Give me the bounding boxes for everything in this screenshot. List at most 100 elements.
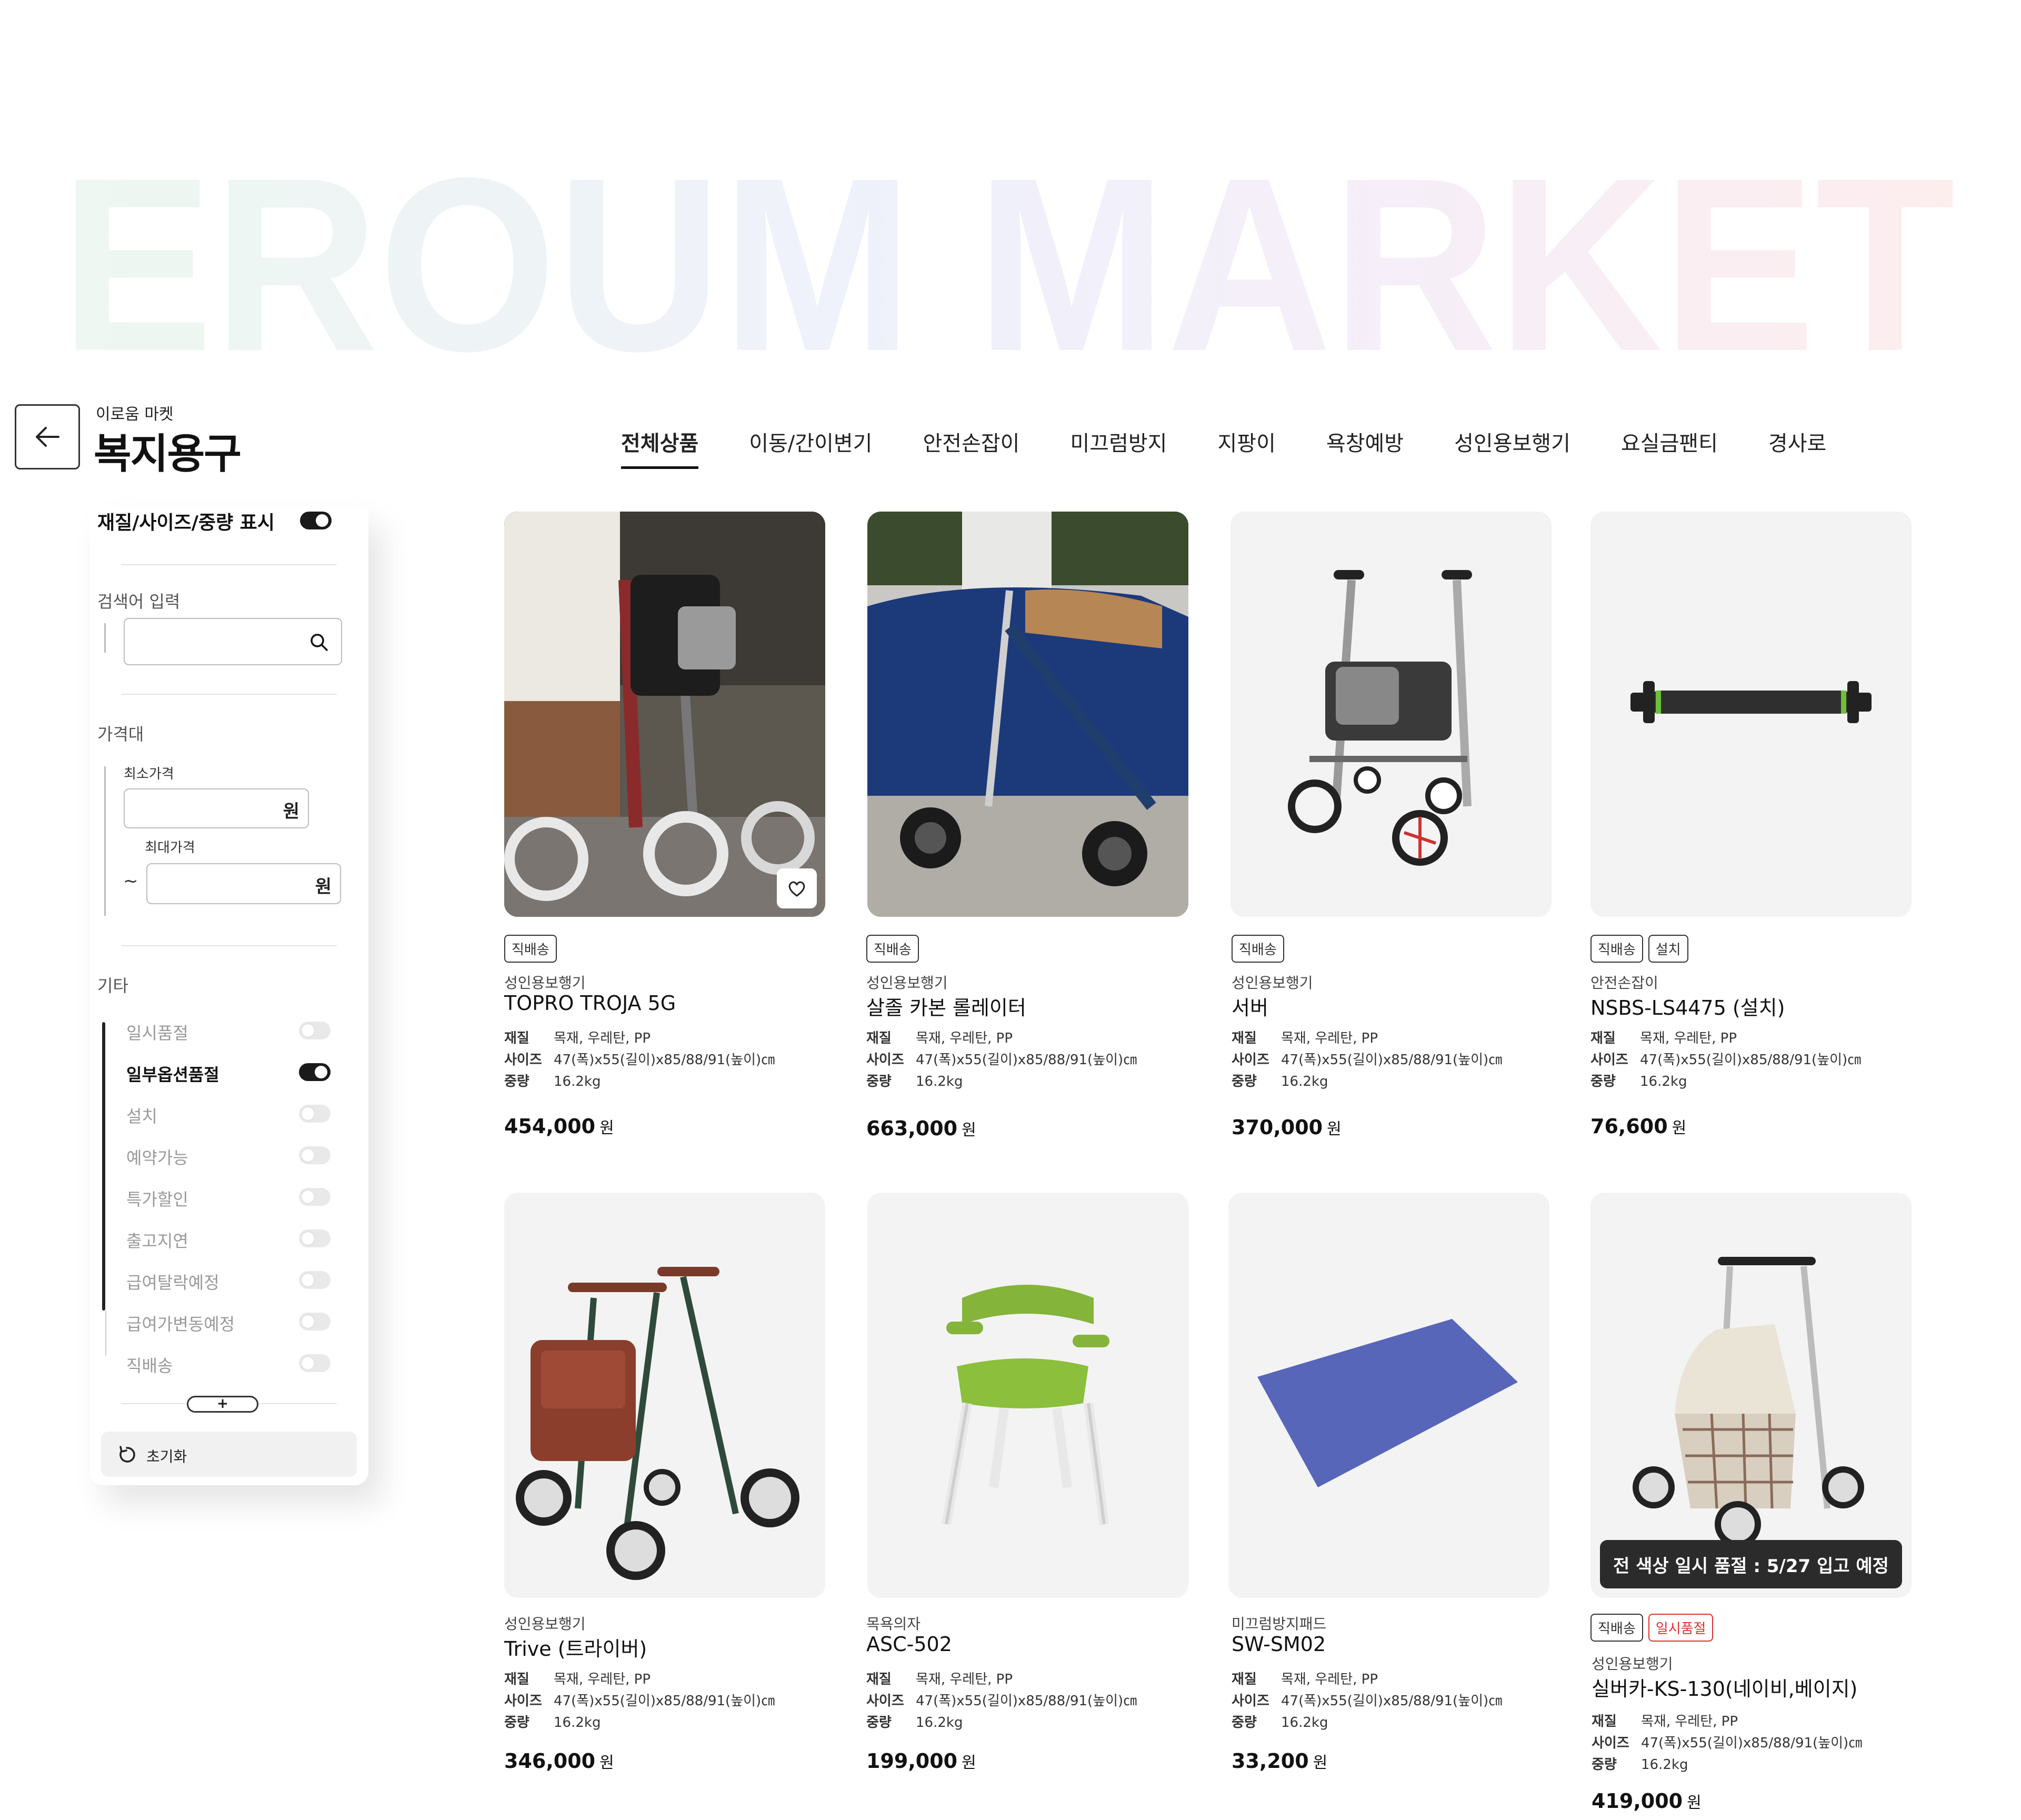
spec-material: 재질 목재, 우레탄, PP	[1232, 1672, 1378, 1687]
spec-size: 사이즈 47(폭)x55(길이)x85/88/91(높이)㎝	[1592, 1735, 1863, 1751]
product-image[interactable]	[1230, 512, 1552, 917]
filter-shipping-delay-toggle[interactable]	[299, 1229, 331, 1247]
filter-special-discount-label: 특가할인	[126, 1189, 188, 1209]
badge-list: 직배송	[1232, 935, 1289, 963]
spec-material: 재질 목재, 우레탄, PP	[504, 1031, 651, 1046]
spec-weight: 중량 16.2kg	[504, 1715, 601, 1731]
product-name[interactable]: NSBS-LS4475 (설치)	[1590, 992, 1785, 1021]
back-button[interactable]	[15, 404, 80, 469]
filter-reservation-label: 예약가능	[126, 1148, 188, 1168]
spec-material: 재질 목재, 우레탄, PP	[866, 1672, 1013, 1687]
badge-list: 직배송 설치	[1590, 935, 1694, 963]
tab-safety-handle[interactable]: 안전손잡이	[923, 426, 1019, 466]
product-category: 성인용보행기	[866, 974, 948, 992]
product-price: 76,600 원	[1590, 1115, 1687, 1138]
filter-direct-delivery-toggle[interactable]	[299, 1354, 331, 1372]
spec-weight: 중량 16.2kg	[504, 1074, 601, 1089]
tab-bedsore[interactable]: 욕창예방	[1326, 426, 1404, 466]
filter-partial-option-soldout-toggle[interactable]	[299, 1063, 331, 1081]
badge-temp-soldout: 일시품절	[1648, 1614, 1714, 1642]
anti-slip-pad-photo	[1257, 1319, 1518, 1487]
product-image[interactable]	[867, 512, 1188, 917]
tab-all[interactable]: 전체상품	[621, 426, 699, 469]
divider	[121, 694, 337, 695]
etc-label: 기타	[97, 976, 128, 996]
product-name[interactable]: 실버카-KS-130(네이비,베이지)	[1592, 1673, 1857, 1702]
product-name[interactable]: SW-SM02	[1232, 1633, 1326, 1656]
product-price: 199,000 원	[866, 1749, 976, 1773]
walker-trive-photo	[516, 1267, 799, 1580]
category-tabs: 전체상품 이동/간이변기 안전손잡이 미끄럼방지 지팡이 욕창예방 성인용보행기…	[621, 426, 1877, 469]
product-image[interactable]: 전 색상 일시 품절 : 5/27 입고 예정	[1590, 1193, 1912, 1598]
spec-size: 사이즈 47(폭)x55(길이)x85/88/91(높이)㎝	[504, 1693, 775, 1709]
tab-walker[interactable]: 성인용보행기	[1454, 426, 1570, 466]
min-price-label: 최소가격	[124, 766, 174, 782]
product-name[interactable]: TOPRO TROJA 5G	[504, 992, 676, 1015]
search-label: 검색어 입력	[97, 592, 181, 612]
filter-benefit-drop-toggle[interactable]	[299, 1271, 331, 1289]
filter-shipping-delay-label: 출고지연	[126, 1231, 188, 1251]
product-image[interactable]	[1590, 512, 1912, 917]
product-image[interactable]	[1228, 1193, 1549, 1598]
spec-weight: 중량 16.2kg	[1590, 1074, 1687, 1089]
filter-benefit-price-change-label: 급여가변동예정	[126, 1314, 235, 1334]
product-price: 346,000 원	[504, 1749, 614, 1773]
tab-ramp[interactable]: 경사로	[1768, 426, 1826, 466]
max-price-label: 최대가격	[145, 840, 195, 856]
filter-sidebar: 재질/사이즈/중량 표시 검색어 입력 가격대 최소가격 원 최대가격 ~ 원 …	[89, 506, 368, 1485]
reset-button[interactable]: 초기화	[101, 1432, 357, 1477]
reset-label: 초기화	[146, 1448, 187, 1465]
product-image[interactable]	[867, 1193, 1188, 1598]
spec-size: 사이즈 47(폭)x55(길이)x85/88/91(높이)㎝	[1232, 1693, 1503, 1709]
silver-car-photo	[1633, 1257, 1864, 1547]
product-name[interactable]: ASC-502	[866, 1633, 952, 1656]
product-name[interactable]: 서버	[1232, 992, 1268, 1021]
spec-weight: 중량 16.2kg	[866, 1074, 963, 1089]
filter-benefit-price-change-toggle[interactable]	[299, 1313, 331, 1331]
product-category: 성인용보행기	[1592, 1655, 1673, 1673]
price-label: 가격대	[97, 724, 144, 744]
search-input[interactable]	[124, 618, 342, 665]
product-name[interactable]: 살졸 카본 롤레이터	[866, 992, 1026, 1021]
tab-incontinence[interactable]: 요실금팬티	[1621, 426, 1718, 466]
filter-scrollbar[interactable]	[102, 1022, 105, 1311]
tab-anti-slip[interactable]: 미끄럼방지	[1070, 426, 1167, 466]
spec-material: 재질 목재, 우레탄, PP	[1232, 1031, 1378, 1046]
spec-material: 재질 목재, 우레탄, PP	[1590, 1031, 1737, 1046]
walker-product-photo	[1288, 570, 1472, 866]
badge-direct-delivery: 직배송	[866, 935, 919, 963]
spec-toggle[interactable]	[300, 512, 332, 529]
filter-partial-option-soldout-label: 일부옵션품절	[126, 1065, 219, 1085]
heart-icon	[788, 881, 805, 897]
min-price-input[interactable]: 원	[124, 788, 309, 828]
filter-install-toggle[interactable]	[299, 1105, 331, 1123]
badge-direct-delivery: 직배송	[1590, 935, 1643, 963]
walker-photo	[504, 512, 825, 917]
page-title: 복지용구	[94, 431, 242, 478]
badge-direct-delivery: 직배송	[1590, 1614, 1643, 1642]
watermark-text: EROUM MARKET	[61, 126, 1955, 403]
filter-temp-soldout-toggle[interactable]	[299, 1022, 331, 1039]
eroum-market-watermark: EROUM MARKET	[61, 126, 2008, 403]
wishlist-button[interactable]	[777, 868, 817, 908]
spec-weight: 중량 16.2kg	[1232, 1715, 1328, 1731]
product-name[interactable]: Trive (트라이버)	[504, 1633, 647, 1662]
search-icon[interactable]	[308, 632, 329, 653]
spec-toggle-label: 재질/사이즈/중량 표시	[97, 512, 275, 534]
more-filters-button[interactable]: +	[187, 1396, 258, 1413]
product-image[interactable]	[504, 1193, 825, 1598]
spec-size: 사이즈 47(폭)x55(길이)x85/88/91(높이)㎝	[866, 1693, 1137, 1709]
product-image[interactable]	[504, 512, 825, 917]
max-price-input[interactable]: 원	[146, 863, 341, 904]
filter-special-discount-toggle[interactable]	[299, 1188, 331, 1206]
product-category: 미끄럼방지패드	[1232, 1615, 1327, 1633]
product-price: 663,000 원	[866, 1117, 976, 1140]
badge-list: 직배송	[866, 935, 924, 963]
tab-mobility-toilet[interactable]: 이동/간이변기	[749, 426, 872, 466]
filter-reservation-toggle[interactable]	[299, 1146, 331, 1164]
refresh-icon	[119, 1446, 135, 1463]
tab-cane[interactable]: 지팡이	[1217, 426, 1275, 466]
spec-material: 재질 목재, 우레탄, PP	[504, 1672, 651, 1687]
filter-direct-delivery-label: 직배송	[126, 1356, 173, 1376]
indent-bar	[104, 623, 106, 653]
